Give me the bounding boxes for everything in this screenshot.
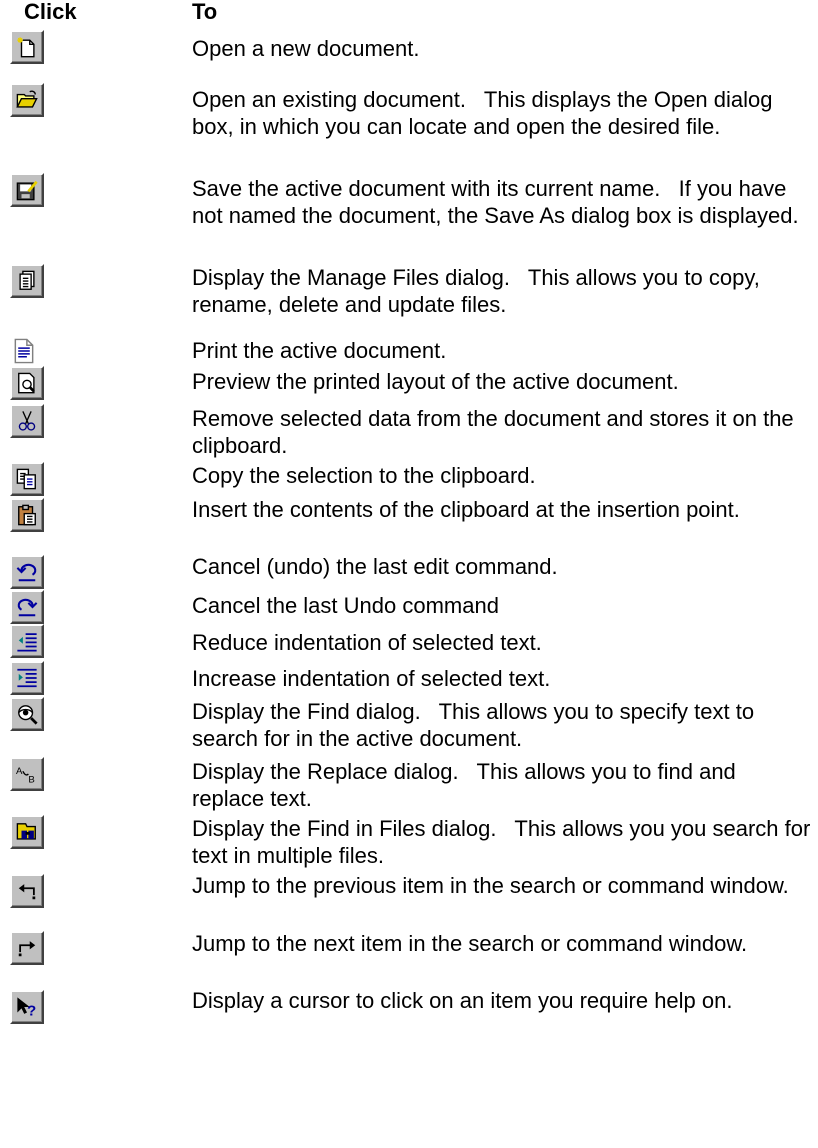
context-help-button[interactable]: ?: [10, 990, 44, 1024]
next-item-button[interactable]: [10, 931, 44, 965]
redo-button[interactable]: [10, 590, 44, 624]
redo-icon: [16, 596, 38, 618]
copy-description: Copy the selection to the clipboard.: [192, 463, 536, 488]
save-icon: [16, 179, 38, 201]
redo-description: Cancel the last Undo command: [192, 593, 499, 618]
copy-icon: [16, 468, 38, 490]
paste-button[interactable]: [10, 498, 44, 532]
paste-description: Insert the contents of the clipboard at …: [192, 497, 740, 522]
find-description: Display the Find dialog. This allows you…: [192, 699, 761, 751]
new-description: Open a new document.: [192, 36, 420, 61]
next-item-icon: [16, 937, 38, 959]
decrease-indent-icon: [16, 630, 38, 652]
cut-description: Remove selected data from the document a…: [192, 406, 800, 458]
manage-files-icon: [16, 270, 38, 292]
svg-text:A: A: [16, 766, 23, 777]
replace-description: Display the Replace dialog. This allows …: [192, 759, 742, 811]
cut-button[interactable]: [10, 404, 44, 438]
new-document-icon: [16, 36, 38, 58]
find-in-files-icon: [16, 821, 38, 843]
find-button[interactable]: [10, 697, 44, 731]
cut-icon: [16, 410, 38, 432]
print-icon: [12, 338, 36, 364]
increase-indent-button[interactable]: [10, 661, 44, 695]
undo-icon: [16, 561, 38, 583]
undo-description: Cancel (undo) the last edit command.: [192, 554, 558, 579]
previous-item-icon: [16, 880, 38, 902]
to-column-header: To: [192, 0, 218, 24]
svg-text:B: B: [28, 774, 34, 785]
print-description: Print the active document.: [192, 338, 447, 363]
print-button[interactable]: [12, 338, 36, 364]
decrease-indent-button[interactable]: [10, 624, 44, 658]
next-item-description: Jump to the next item in the search or c…: [192, 931, 748, 956]
copy-button[interactable]: [10, 462, 44, 496]
undo-button[interactable]: [10, 555, 44, 589]
svg-text:?: ?: [27, 1002, 36, 1018]
replace-icon: AB: [16, 763, 38, 785]
decrease-indent-description: Reduce indentation of selected text.: [192, 630, 542, 655]
open-folder-icon: [16, 89, 38, 111]
increase-indent-description: Increase indentation of selected text.: [192, 666, 551, 691]
manage-files-description: Display the Manage Files dialog. This al…: [192, 265, 766, 317]
open-button[interactable]: [10, 83, 44, 117]
manage-files-button[interactable]: [10, 264, 44, 298]
save-button[interactable]: [10, 173, 44, 207]
previous-item-description: Jump to the previous item in the search …: [192, 873, 789, 898]
find-icon: [16, 703, 38, 725]
context-help-description: Display a cursor to click on an item you…: [192, 988, 733, 1013]
context-help-icon: ?: [16, 996, 38, 1018]
paste-icon: [16, 504, 38, 526]
open-description: Open an existing document. This displays…: [192, 87, 779, 139]
new-button[interactable]: [10, 30, 44, 64]
replace-button[interactable]: AB: [10, 757, 44, 791]
click-column-header: Click: [24, 0, 77, 24]
print-preview-icon: [16, 372, 38, 394]
save-description: Save the active document with its curren…: [192, 176, 799, 228]
find-in-files-description: Display the Find in Files dialog. This a…: [192, 816, 817, 868]
increase-indent-icon: [16, 667, 38, 689]
previous-item-button[interactable]: [10, 874, 44, 908]
print-preview-description: Preview the printed layout of the active…: [192, 369, 679, 394]
find-in-files-button[interactable]: [10, 815, 44, 849]
print-preview-button[interactable]: [10, 366, 44, 400]
